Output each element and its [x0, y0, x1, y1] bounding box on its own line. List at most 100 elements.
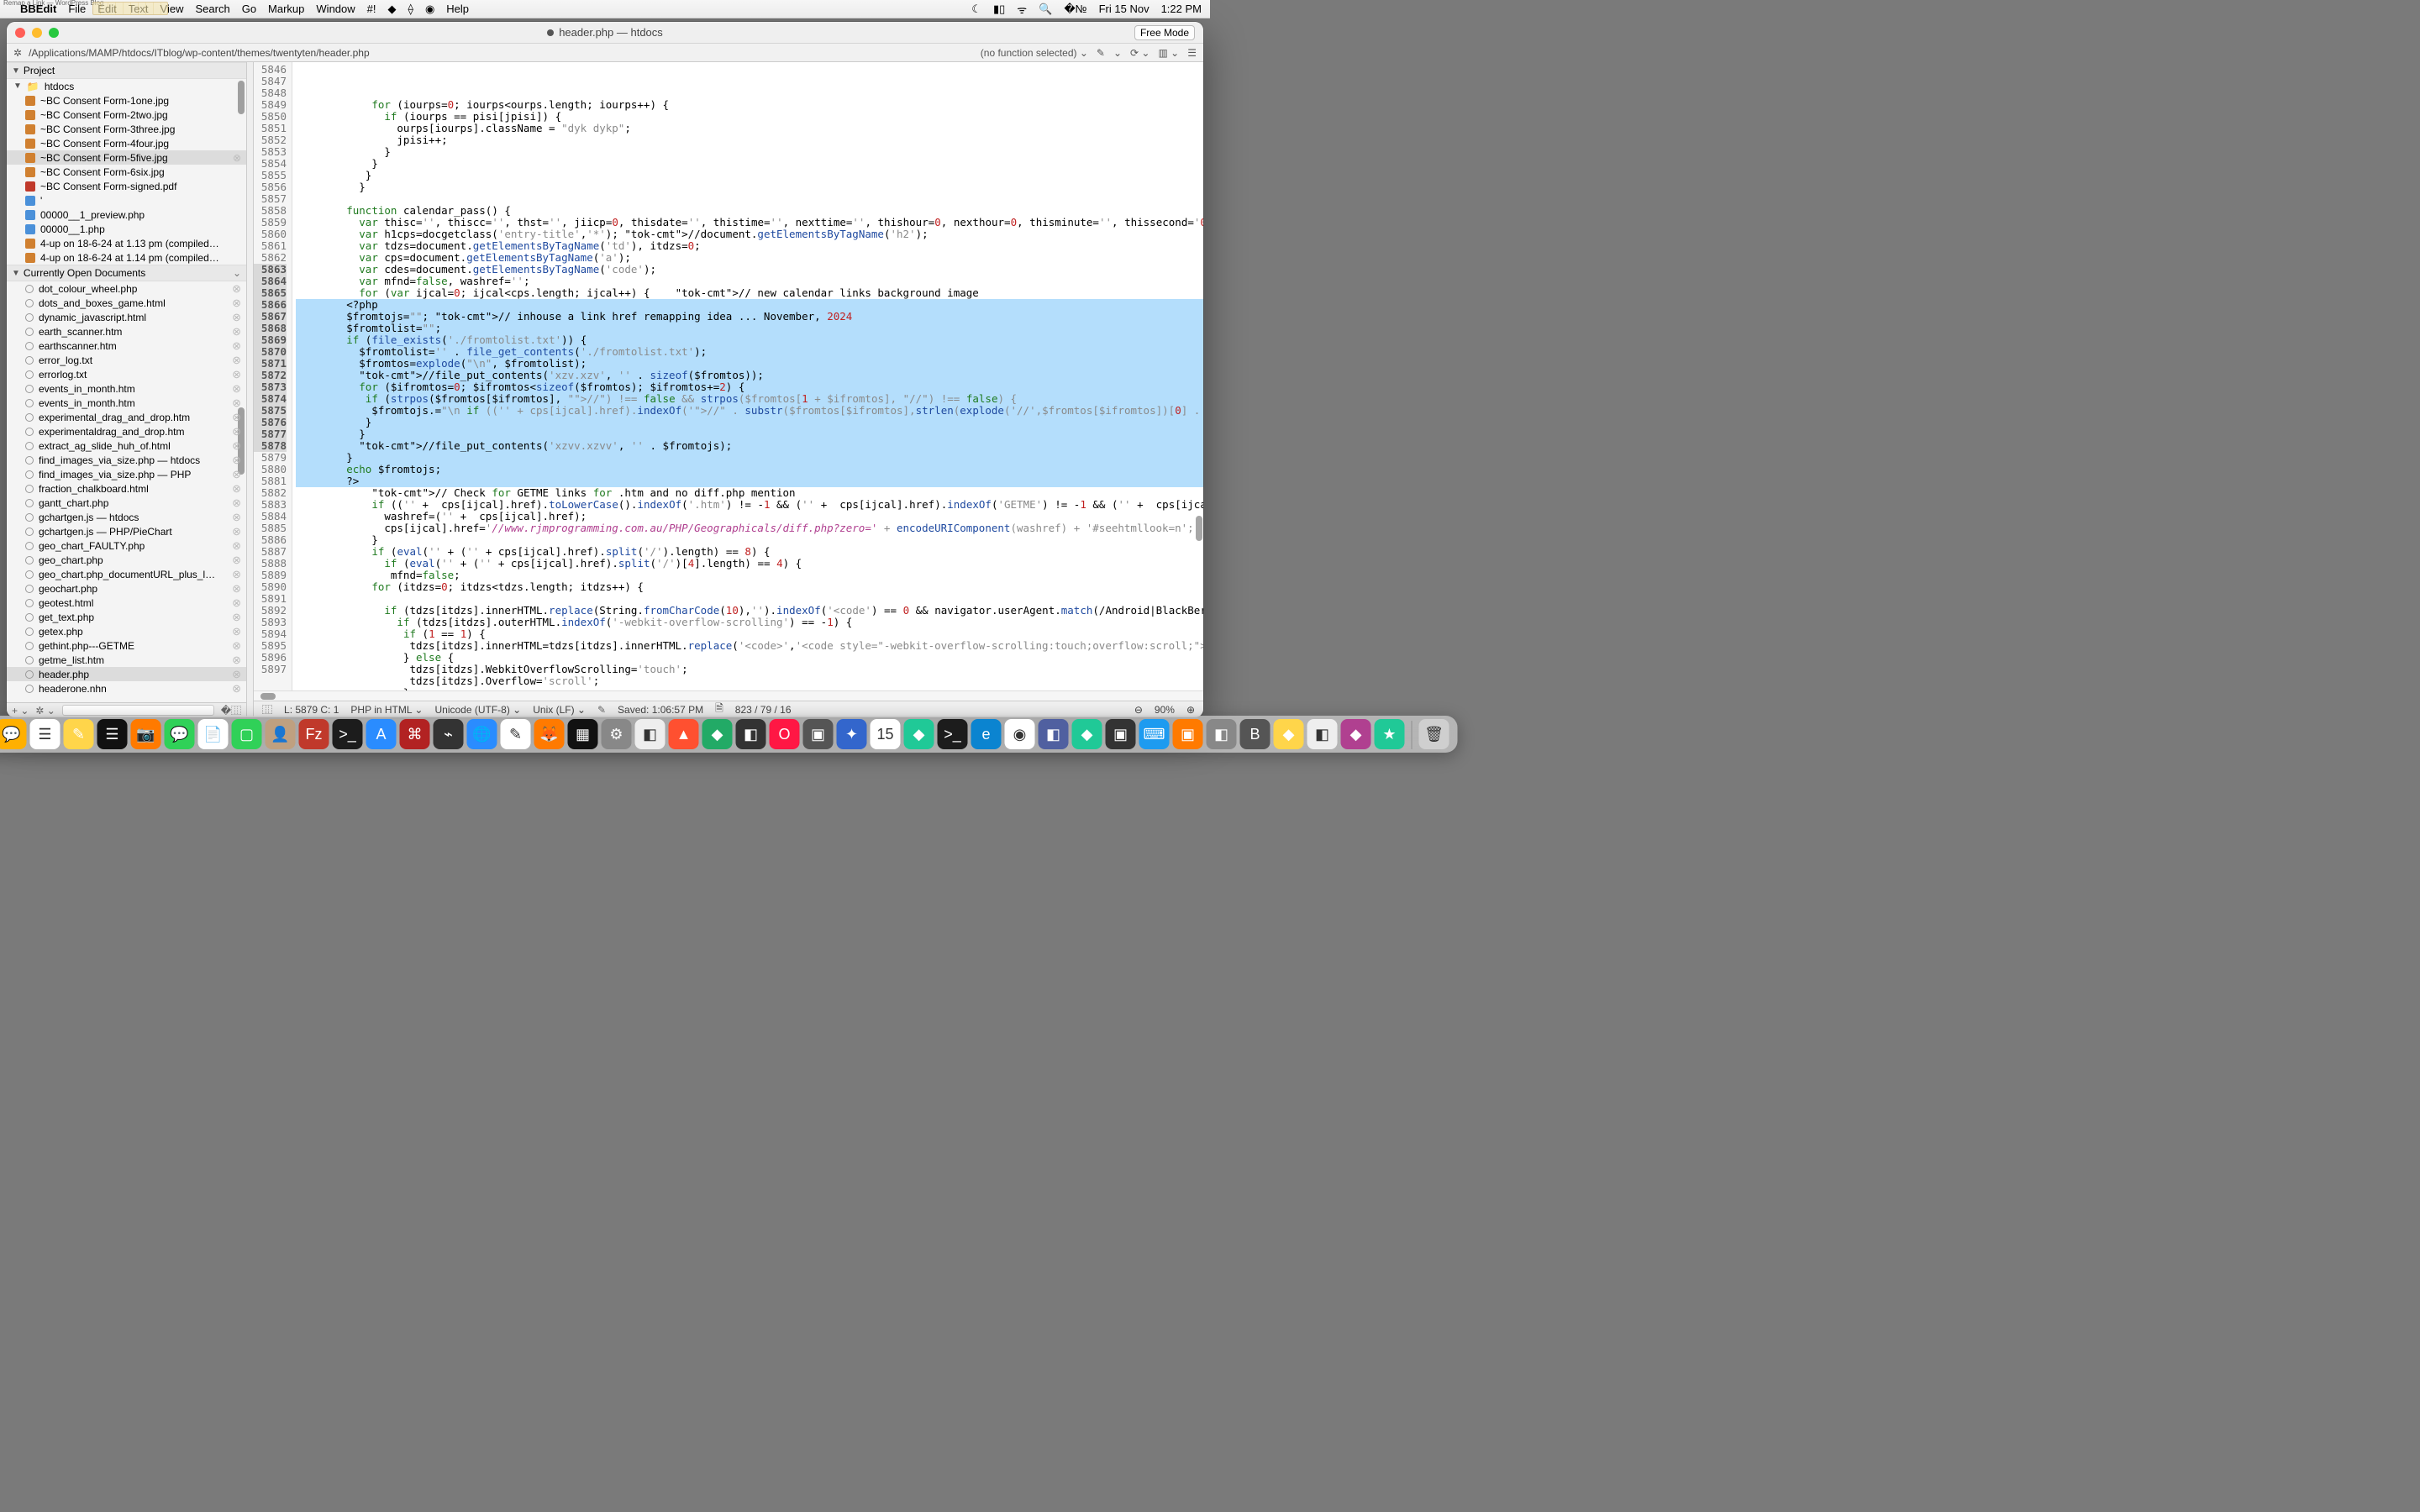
line-number[interactable]: 5885 — [254, 522, 287, 534]
line-number[interactable]: 5853 — [254, 146, 287, 158]
line-number[interactable]: 5894 — [254, 628, 287, 640]
project-item[interactable]: ~BC Consent Form-5five.jpg⊗ — [7, 150, 246, 165]
close-icon[interactable]: ⊗ — [232, 639, 241, 653]
code-line[interactable]: } — [296, 452, 1203, 464]
close-icon[interactable]: ⊗ — [232, 468, 241, 481]
disclosure-triangle-icon[interactable]: ▼ — [12, 269, 20, 278]
line-number[interactable]: 5873 — [254, 381, 287, 393]
battery-icon[interactable]: ▮▯ — [993, 3, 1005, 16]
code-line[interactable]: for (var ijcal=0; ijcal<cps.length; ijca… — [296, 287, 1203, 299]
close-icon[interactable]: ⊗ — [232, 611, 241, 624]
language-popup[interactable]: PHP in HTML ⌄ — [350, 704, 423, 716]
scrollbar-thumb[interactable] — [238, 81, 245, 114]
line-number[interactable]: 5864 — [254, 276, 287, 287]
line-number[interactable]: 5875 — [254, 405, 287, 417]
close-icon[interactable]: ⊗ — [232, 496, 241, 510]
code-line[interactable]: $fromtojs.="\n if (('' + cps[ijcal].href… — [296, 405, 1203, 417]
code-line[interactable]: $fromtos=explode("\n", $fromtolist); — [296, 358, 1203, 370]
code-line[interactable]: var tdzs=document.getElementsByTagName('… — [296, 240, 1203, 252]
line-number[interactable]: 5886 — [254, 534, 287, 546]
wifi-icon[interactable]: ᯤ — [1017, 2, 1027, 17]
code-line[interactable]: for (itdzs=0; itdzs<tdzs.length; itdzs++… — [296, 581, 1203, 593]
code-line[interactable]: ?> — [296, 475, 1203, 487]
close-icon[interactable]: ⊗ — [232, 382, 241, 396]
line-number[interactable]: 5883 — [254, 499, 287, 511]
open-doc-item[interactable]: getme_list.htm⊗ — [7, 653, 246, 667]
dock-item-app48[interactable]: ◆ — [1341, 719, 1371, 749]
line-number[interactable]: 5877 — [254, 428, 287, 440]
horizontal-scrollbar[interactable] — [254, 690, 1203, 701]
dock-item-term[interactable]: >_ — [938, 719, 968, 749]
dock-item-activity[interactable]: ⌁ — [434, 719, 464, 749]
close-icon[interactable]: ⊗ — [232, 311, 241, 324]
open-doc-item[interactable]: geo_chart.php⊗ — [7, 553, 246, 567]
close-icon[interactable]: ⊗ — [232, 425, 241, 438]
line-number[interactable]: 5884 — [254, 511, 287, 522]
line-number[interactable]: 5866 — [254, 299, 287, 311]
line-number[interactable]: 5895 — [254, 640, 287, 652]
menu-search[interactable]: Search — [196, 3, 230, 15]
chevron-down-icon[interactable]: ⌄ — [233, 267, 241, 279]
scrollbar-thumb[interactable] — [260, 693, 276, 700]
code-line[interactable]: if (iourps == pisi[jpisi]) { — [296, 111, 1203, 123]
menu-glyph-2[interactable]: ⟠ — [408, 3, 413, 16]
code-line[interactable]: <?php — [296, 299, 1203, 311]
project-item[interactable]: ~BC Consent Form-1one.jpg — [7, 93, 246, 108]
line-number[interactable]: 5891 — [254, 593, 287, 605]
dock-item-vscode[interactable]: ⌘ — [400, 719, 430, 749]
open-doc-item[interactable]: events_in_month.htm⊗ — [7, 381, 246, 396]
code-line[interactable]: var cps=document.getElementsByTagName('a… — [296, 252, 1203, 264]
line-number[interactable]: 5887 — [254, 546, 287, 558]
free-mode-button[interactable]: Free Mode — [1134, 25, 1195, 40]
menu-markup[interactable]: Markup — [268, 3, 304, 15]
moon-icon[interactable]: ☾ — [971, 3, 981, 16]
dock-item-trash[interactable]: 🗑 — [1419, 719, 1449, 749]
line-number[interactable]: 5859 — [254, 217, 287, 228]
code-line[interactable]: } — [296, 428, 1203, 440]
minimize-button[interactable] — [32, 28, 42, 38]
open-doc-item[interactable]: gchartgen.js — htdocs⊗ — [7, 510, 246, 524]
code-line[interactable]: $fromtolist='' . file_get_contents('./fr… — [296, 346, 1203, 358]
close-icon[interactable]: ⊗ — [233, 152, 241, 164]
line-number[interactable]: 5858 — [254, 205, 287, 217]
line-number[interactable]: 5854 — [254, 158, 287, 170]
close-icon[interactable]: ⊗ — [232, 325, 241, 339]
open-doc-item[interactable]: fraction_chalkboard.html⊗ — [7, 481, 246, 496]
line-number[interactable]: 5870 — [254, 346, 287, 358]
dock-item-stocks[interactable]: ☰ — [97, 719, 128, 749]
zoom-button[interactable] — [49, 28, 59, 38]
code-line[interactable]: } — [296, 417, 1203, 428]
lock-icon[interactable]: ✎ — [597, 704, 606, 716]
dock-item-app41[interactable]: ▣ — [1106, 719, 1136, 749]
line-number[interactable]: 5863 — [254, 264, 287, 276]
menu-help[interactable]: Help — [446, 3, 469, 15]
dock-item-xcode[interactable]: ⌨ — [1139, 719, 1170, 749]
zoom-in-button[interactable]: ⊕ — [1186, 704, 1195, 716]
dock-item-vlc[interactable]: ▣ — [803, 719, 834, 749]
titlebar[interactable]: header.php — htdocs Free Mode — [7, 22, 1203, 44]
open-doc-item[interactable]: get_text.php⊗ — [7, 610, 246, 624]
line-number[interactable]: 5879 — [254, 452, 287, 464]
project-tree[interactable]: ▼ 📁 htdocs ~BC Consent Form-1one.jpg~BC … — [7, 79, 246, 265]
close-icon[interactable]: ⊗ — [232, 282, 241, 296]
gear-icon[interactable]: ✲ — [13, 47, 22, 59]
close-icon[interactable]: ⊗ — [232, 297, 241, 310]
open-doc-item[interactable]: dot_colour_wheel.php⊗ — [7, 281, 246, 296]
menu-window[interactable]: Window — [316, 3, 355, 15]
time-label[interactable]: 1:22 PM — [1161, 3, 1202, 15]
dock-item-opera[interactable]: O — [770, 719, 800, 749]
open-doc-item[interactable]: dots_and_boxes_game.html⊗ — [7, 296, 246, 310]
close-icon[interactable]: ⊗ — [232, 568, 241, 581]
project-item[interactable]: 00000__1_preview.php — [7, 207, 246, 222]
open-doc-item[interactable]: find_images_via_size.php — PHP⊗ — [7, 467, 246, 481]
open-docs-section-header[interactable]: ▼ Currently Open Documents ⌄ — [7, 265, 246, 281]
dock-item-app47[interactable]: ◧ — [1307, 719, 1338, 749]
dock-item-bbedit[interactable]: B — [1240, 719, 1270, 749]
open-doc-item[interactable]: earth_scanner.htm⊗ — [7, 324, 246, 339]
code-line[interactable]: } — [296, 170, 1203, 181]
line-number[interactable]: 5857 — [254, 193, 287, 205]
dock-item-app43[interactable]: ▣ — [1173, 719, 1203, 749]
project-item[interactable]: 4-up on 18-6-24 at 1.13 pm (compiled… — [7, 236, 246, 250]
code-line[interactable] — [296, 193, 1203, 205]
code-line[interactable]: "tok-cmt">//file_put_contents('xzv.xzv',… — [296, 370, 1203, 381]
